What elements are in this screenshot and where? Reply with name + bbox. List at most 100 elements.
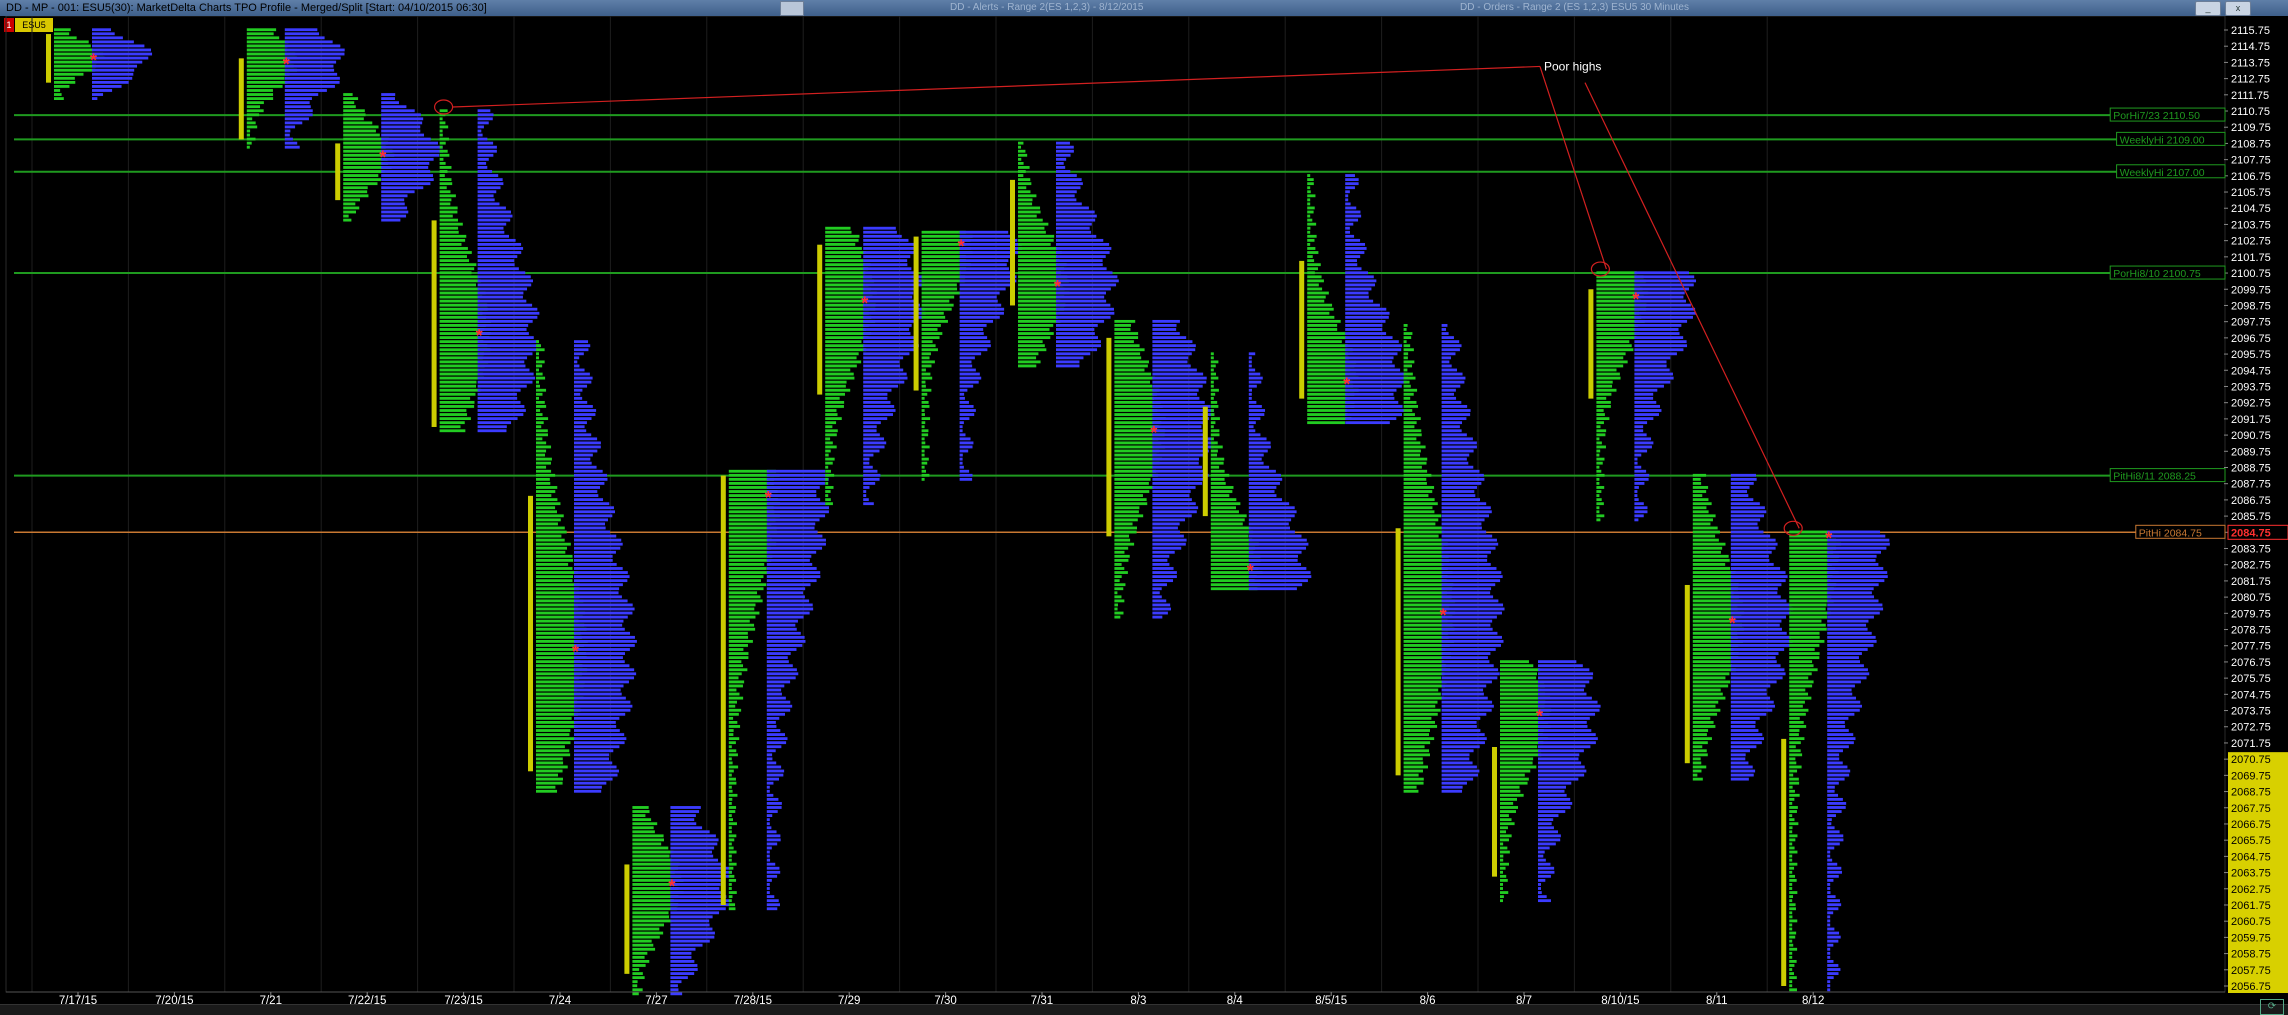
tpo-row [921,364,932,368]
volume-row [1345,271,1369,275]
volume-row [574,583,623,587]
volume-row [766,583,811,587]
close-button[interactable]: x [2225,1,2251,16]
tpo-profile-8/6[interactable] [1403,324,1505,793]
tpo-row [1114,336,1139,339]
tpo-row [246,76,285,80]
tpo-row [728,797,733,801]
tpo-row [1500,660,1529,664]
volume-row [1538,696,1592,700]
tpo-row [1403,372,1413,376]
volume-row [1827,777,1845,781]
volume-row [766,806,782,809]
tpo-profile-7/24[interactable] [536,340,637,793]
tpo-row [246,109,264,113]
horizontal-scrollbar[interactable] [0,1004,2288,1015]
tpo-row [536,481,551,485]
tpo-row [1692,558,1730,562]
volume-row [1056,324,1098,327]
tpo-row [1114,356,1142,360]
refresh-icon[interactable]: ⟳ [2260,999,2284,1015]
tpo-profile-8/7[interactable] [1500,660,1601,903]
tpo-row [1500,870,1503,874]
volume-row [1827,672,1870,676]
volume-row [1056,206,1089,210]
volume-row [959,453,963,457]
volume-row [1152,522,1180,526]
tpo-profile-8/12[interactable] [1789,530,1890,992]
volume-row [381,101,399,105]
tpo-row [1692,477,1701,481]
volume-row [1634,372,1673,376]
tpo-profile-7/21[interactable] [246,28,345,149]
tpo-profile-7/22/15[interactable] [343,93,444,222]
volume-row [1056,352,1091,356]
volume-row [1345,291,1369,295]
volume-row [766,623,796,627]
volume-row [1538,680,1590,684]
volume-row [1152,477,1208,481]
tpo-row [1307,206,1315,210]
tpo-row [1403,712,1438,716]
tpo-profile-7/23/15[interactable] [439,109,541,433]
volume-row [1634,441,1654,445]
volume-row [1248,550,1302,554]
volume-row [1827,611,1880,615]
tpo-row [921,295,955,299]
alerts-window-title[interactable]: DD - Alerts - Range 2(ES 1,2,3) - 8/12/2… [950,0,1143,16]
tpo-row [825,405,844,408]
volume-row [381,137,431,141]
tpo-profile-7/28/15[interactable] [728,469,829,911]
tpo-row [1789,915,1793,919]
tpo-profile-7/31[interactable] [1018,141,1119,368]
tpo-row [1307,299,1325,303]
volume-row [1152,368,1197,372]
tpo-row [825,324,869,327]
tpo-profile-chart[interactable]: 2115.752114.752113.752112.752111.752110.… [0,16,2288,1006]
tpo-profile-8/4[interactable] [1210,352,1312,591]
volume-row [1152,481,1203,485]
tpo-profile-7/17/15[interactable] [54,28,153,100]
tpo-profile-8/5/15[interactable] [1307,174,1409,425]
title-bar: DD - MP - 001: ESU5(30): MarketDelta Cha… [0,0,2288,16]
tpo-row [728,712,739,716]
volume-row [477,178,503,182]
tpo-row [343,117,364,121]
tpo-row [1307,421,1345,425]
tpo-row [439,117,443,121]
tpo-row [536,490,556,493]
tpo-row [1018,145,1021,149]
volume-row [1248,522,1289,526]
volume-row [92,97,98,100]
tpo-row [1403,708,1441,712]
tpo-row [1210,368,1214,372]
tpo-row [1403,704,1436,708]
volume-row [766,631,801,635]
tpo-row [728,607,755,611]
volume-row [1248,461,1264,465]
volume-row [92,28,111,32]
volume-row [477,384,527,388]
window-tab-button[interactable] [780,1,804,16]
volume-row [1827,964,1839,967]
tpo-profile-8/11[interactable] [1692,473,1794,781]
volume-row [1152,546,1182,550]
tpo-row [1403,328,1407,331]
volume-row [1634,453,1642,457]
tpo-row [1403,368,1408,372]
tpo-row [246,141,252,145]
y-tick-label: 2057.75 [2231,965,2271,977]
volume-row [1634,279,1697,283]
volume-row [1827,652,1862,655]
volume-row [574,409,597,412]
volume-row [574,607,635,611]
tpo-profile-8/10/15[interactable] [1596,271,1697,522]
minimize-button[interactable]: _ [2195,1,2221,16]
tpo-row [439,157,444,161]
tpo-profile-7/30[interactable] [921,230,1023,481]
volume-row [1248,372,1261,376]
tpo-profile-7/29[interactable] [825,226,926,506]
tpo-profile-7/27[interactable] [632,806,732,996]
orders-window-title[interactable]: DD - Orders - Range 2 (ES 1,2,3) ESU5 30… [1460,0,1689,16]
tpo-profile-8/3[interactable] [1114,319,1215,619]
